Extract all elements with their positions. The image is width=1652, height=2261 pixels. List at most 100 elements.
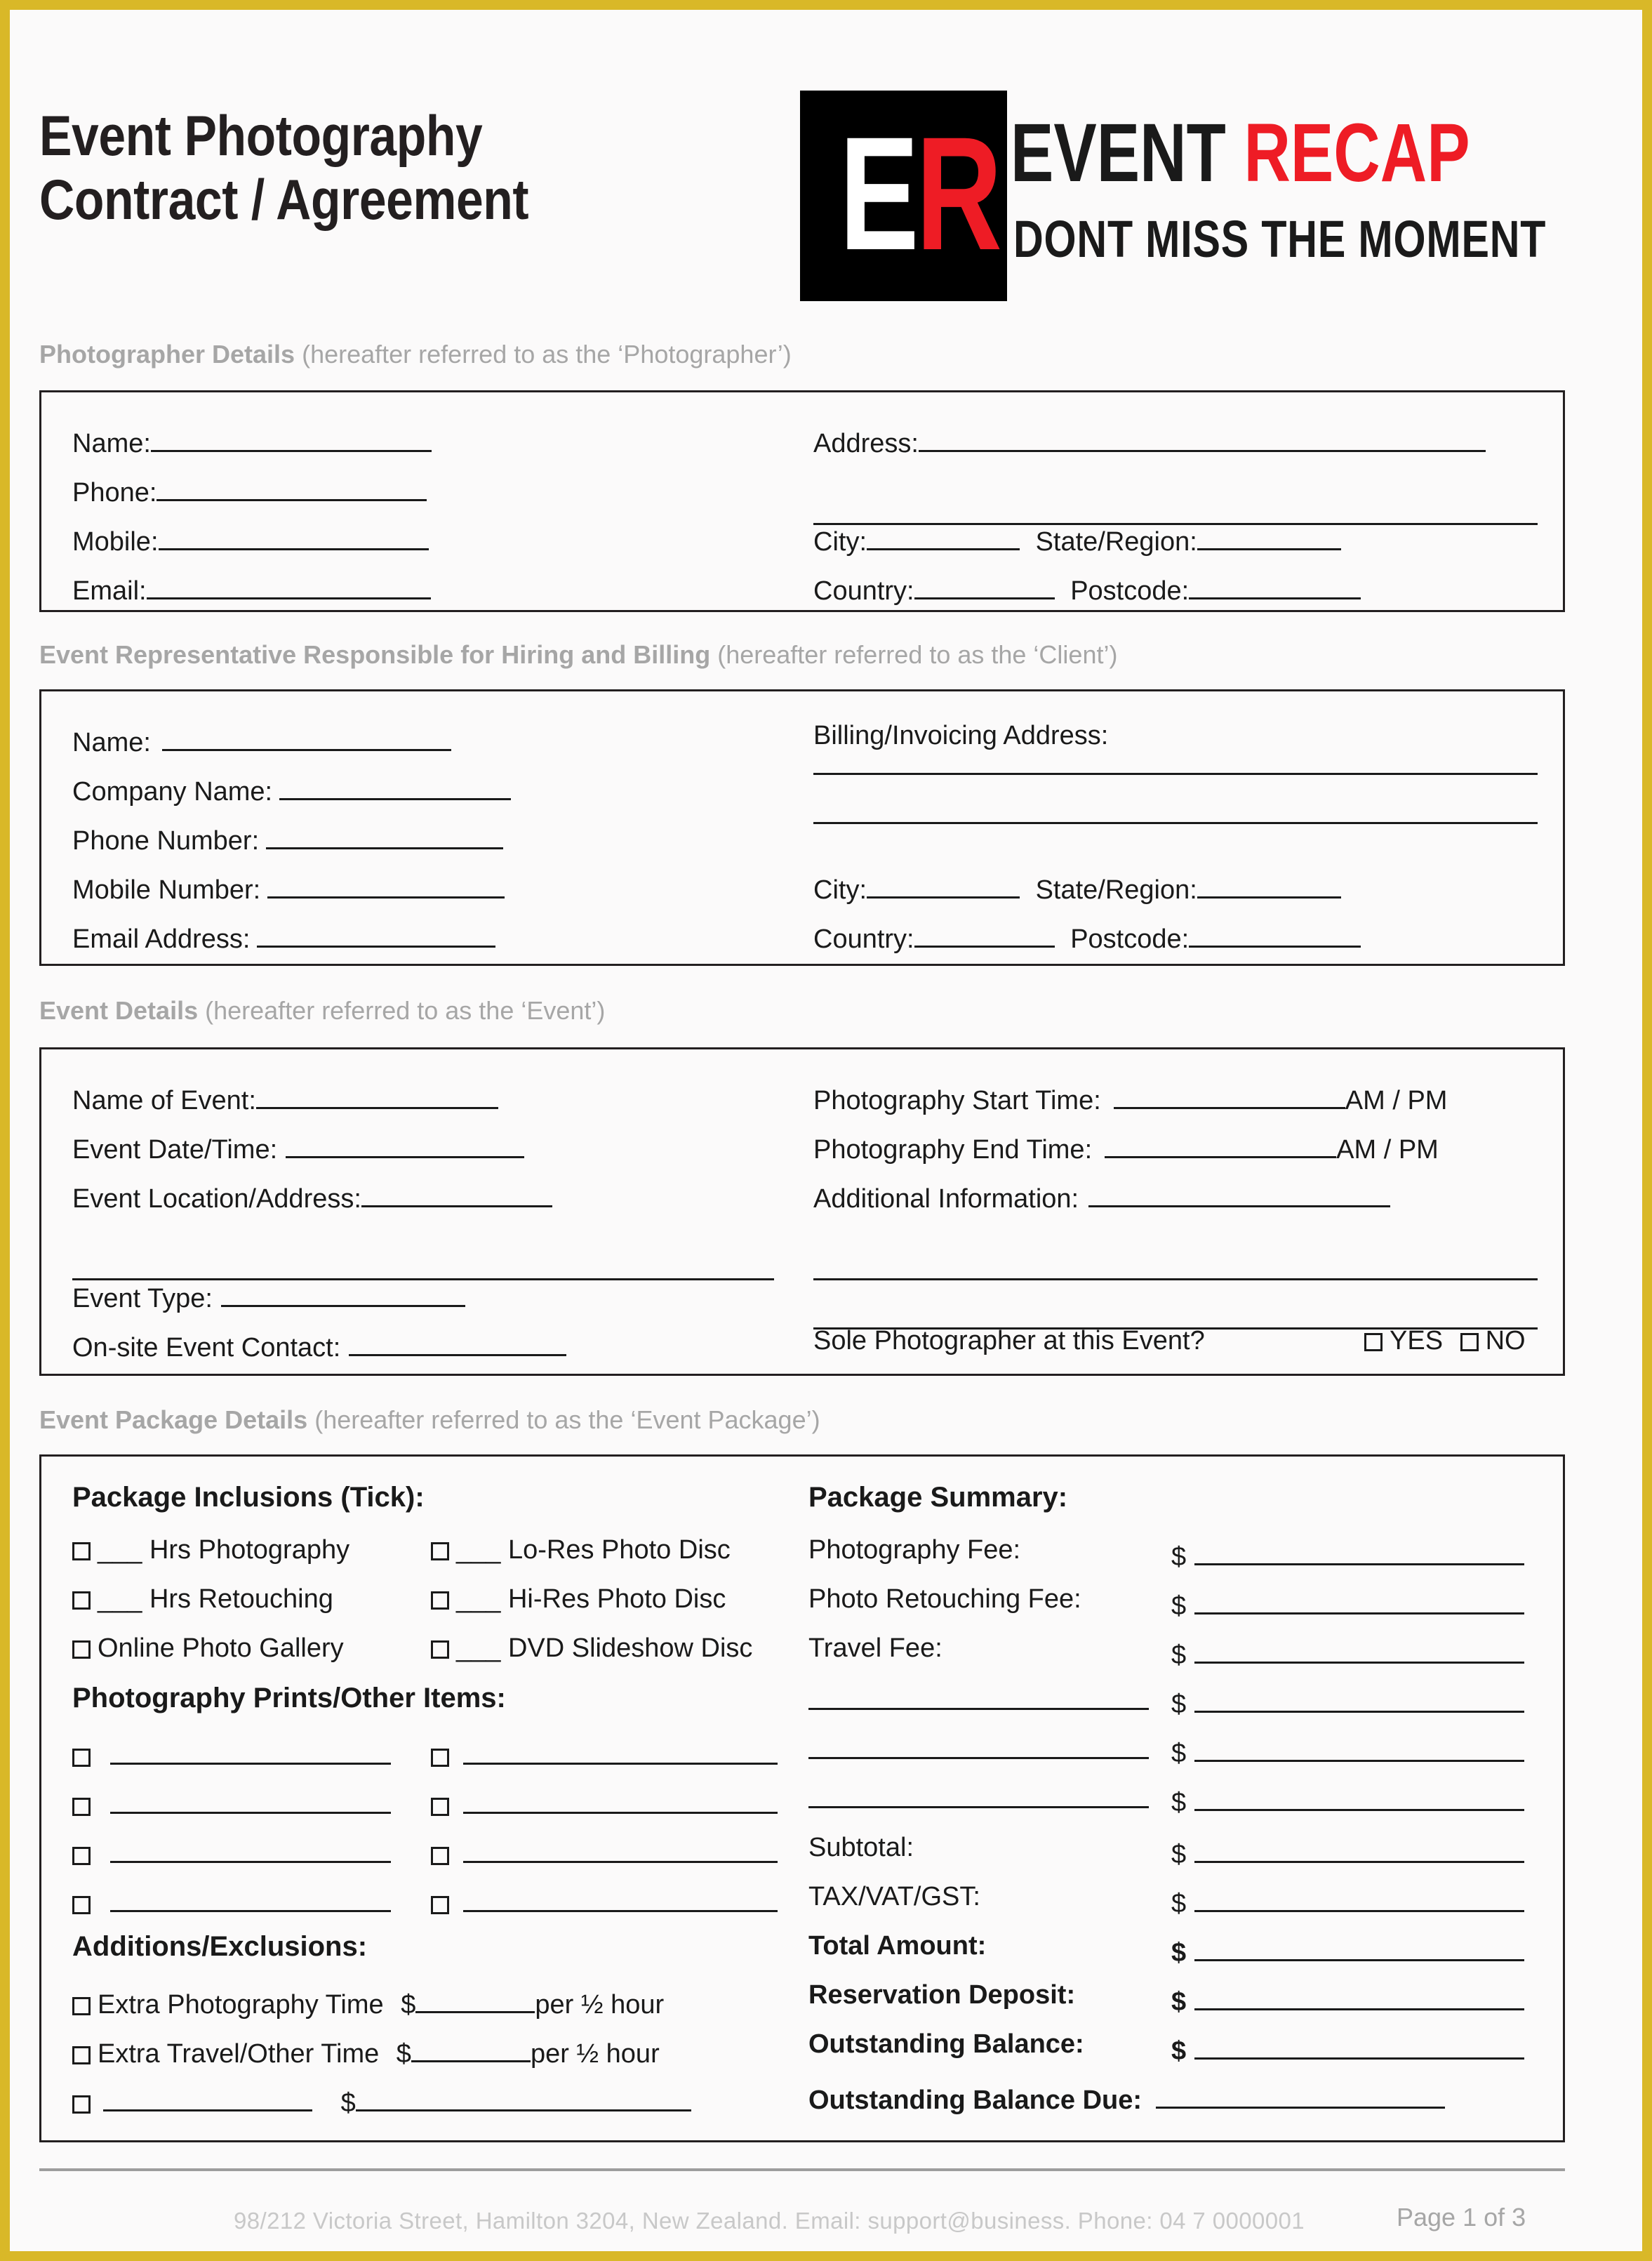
logo-word-event: EVENT [1011,107,1226,199]
field-photographer-email[interactable]: Email: [72,569,431,606]
section-heading-client: Event Representative Responsible for Hir… [39,640,1118,669]
summary-row-subtotal: Subtotal: [808,1833,914,1862]
field-photographer-city[interactable]: City: State/Region: [813,520,1341,557]
checkbox-online-photo-gallery[interactable] [72,1640,91,1659]
field-photography-start-time[interactable]: Photography Start Time: AM / PM [813,1079,1447,1116]
event-package-box: Package Inclusions (Tick): ___ Hrs Photo… [39,1454,1565,2142]
field-event-type[interactable]: Event Type: [72,1277,465,1314]
summary-row-travel-fee: Travel Fee: [808,1633,942,1663]
package-inclusions-title: Package Inclusions (Tick): [72,1482,425,1513]
footer-page-number: Page 1 of 3 [1397,2203,1526,2232]
summary-value-blank-3[interactable]: $ [1171,1781,1525,1818]
summary-value-subtotal[interactable]: $ [1171,1833,1525,1870]
summary-row-reservation-deposit: Reservation Deposit: [808,1980,1076,2010]
summary-value-reservation-deposit[interactable]: $ [1171,1980,1525,2017]
logo-word-recap: RECAP [1244,107,1470,199]
additions-exclusions-title: Additions/Exclusions: [72,1931,368,1962]
section-heading-package: Event Package Details (hereafter referre… [39,1405,820,1434]
summary-value-blank-1[interactable]: $ [1171,1683,1525,1720]
checkbox-hrs-retouching[interactable] [72,1591,91,1610]
summary-row-total-amount: Total Amount: [808,1931,987,1961]
document-page: Event Photography Contract / Agreement E… [10,10,1642,2251]
field-client-company[interactable]: Company Name: [72,770,512,807]
checkbox-print-item-1[interactable] [72,1749,91,1767]
field-client-country[interactable]: Country: Postcode: [813,917,1361,955]
checkbox-addition-custom[interactable] [72,2095,91,2114]
summary-value-travel-fee[interactable]: $ [1171,1633,1525,1671]
summary-blank-label-2[interactable] [808,1757,1149,1759]
additions-row-extra-photography[interactable]: Extra Photography Time $ per ½ hour [72,1983,664,2020]
summary-value-tax[interactable]: $ [1171,1882,1525,1919]
prints-row-1-right[interactable] [431,1735,778,1772]
logo-tagline: DONT MISS THE MOMENT [1013,210,1547,268]
checkbox-row-lores-disc[interactable]: ___ Lo-Res Photo Disc [431,1535,731,1565]
checkbox-print-item-4[interactable] [72,1896,91,1914]
prints-row-3-right[interactable] [431,1833,778,1870]
checkbox-row-online-gallery[interactable]: Online Photo Gallery [72,1633,344,1664]
prints-row-4-left[interactable] [72,1882,391,1919]
summary-value-outstanding-balance[interactable]: $ [1171,2029,1525,2067]
field-photographer-country[interactable]: Country: Postcode: [813,569,1361,606]
photography-prints-title: Photography Prints/Other Items: [72,1683,506,1713]
field-photographer-name[interactable]: Name: [72,422,432,459]
summary-value-retouching-fee[interactable]: $ [1171,1584,1525,1622]
field-photography-end-time[interactable]: Photography End Time: AM / PM [813,1128,1439,1165]
checkbox-print-item-3[interactable] [72,1847,91,1865]
prints-row-2-right[interactable] [431,1784,778,1821]
field-additional-information[interactable]: Additional Information: [813,1177,1391,1214]
summary-row-tax: TAX/VAT/GST: [808,1882,980,1911]
prints-row-4-right[interactable] [431,1882,778,1919]
checkbox-row-hrs-photography[interactable]: ___ Hrs Photography [72,1535,349,1565]
prints-row-2-left[interactable] [72,1784,391,1821]
checkbox-hrs-photography[interactable] [72,1542,91,1560]
summary-value-blank-2[interactable]: $ [1171,1732,1525,1769]
checkbox-sole-no[interactable] [1460,1333,1479,1351]
field-client-mobile[interactable]: Mobile Number: [72,868,505,906]
summary-row-photography-fee: Photography Fee: [808,1535,1021,1565]
package-summary-title: Package Summary: [808,1482,1068,1513]
document-header: Event Photography Contract / Agreement E… [34,77,1599,308]
summary-value-total-amount[interactable]: $ [1171,1931,1525,1968]
sole-photographer-choices: YES NO [1364,1326,1526,1356]
checkbox-row-dvd-slideshow[interactable]: ___ DVD Slideshow Disc [431,1633,752,1664]
field-client-name[interactable]: Name: [72,721,451,758]
checkbox-extra-travel-time[interactable] [72,2046,91,2064]
additions-row-extra-travel[interactable]: Extra Travel/Other Time $ per ½ hour [72,2032,660,2069]
field-additional-info-line2[interactable] [813,1278,1538,1280]
summary-blank-label-3[interactable] [808,1806,1149,1808]
summary-blank-label-1[interactable] [808,1708,1149,1710]
logo-letter-r: R [916,103,1002,284]
additions-row-custom[interactable]: $ [72,2081,691,2119]
checkbox-print-item-2[interactable] [72,1798,91,1816]
field-event-location[interactable]: Event Location/Address: [72,1177,552,1214]
field-event-datetime[interactable]: Event Date/Time: [72,1128,525,1165]
field-photographer-address[interactable]: Address: [813,422,1486,459]
field-photographer-mobile[interactable]: Mobile: [72,520,429,557]
checkbox-extra-photography-time[interactable] [72,1997,91,2015]
checkbox-hi-res-photo-disc[interactable] [431,1591,449,1610]
checkbox-print-item-6[interactable] [431,1798,449,1816]
footer-divider [39,2168,1565,2171]
checkbox-print-item-5[interactable] [431,1749,449,1767]
checkbox-row-hires-disc[interactable]: ___ Hi-Res Photo Disc [431,1584,726,1614]
field-client-email[interactable]: Email Address: [72,917,496,955]
prints-row-1-left[interactable] [72,1735,391,1772]
field-client-phone[interactable]: Phone Number: [72,819,504,856]
logo-letter-e: E [839,103,919,284]
field-client-billing-line1[interactable] [813,773,1538,775]
checkbox-row-hrs-retouching[interactable]: ___ Hrs Retouching [72,1584,333,1614]
summary-value-photography-fee[interactable]: $ [1171,1535,1525,1572]
field-client-city[interactable]: City: State/Region: [813,868,1341,906]
checkbox-sole-yes[interactable] [1364,1333,1383,1351]
field-client-billing-line2[interactable] [813,822,1538,824]
checkbox-lo-res-photo-disc[interactable] [431,1542,449,1560]
footer-contact-text: 98/212 Victoria Street, Hamilton 3204, N… [234,2208,1305,2234]
checkbox-dvd-slideshow-disc[interactable] [431,1640,449,1659]
prints-row-3-left[interactable] [72,1833,391,1870]
field-photographer-phone[interactable]: Phone: [72,471,427,508]
field-event-contact[interactable]: On-site Event Contact: [72,1326,567,1363]
field-event-name[interactable]: Name of Event: [72,1079,498,1116]
checkbox-print-item-7[interactable] [431,1847,449,1865]
checkbox-print-item-8[interactable] [431,1896,449,1914]
photographer-details-box: Name: Phone: Mobile: Email: Address: Cit… [39,390,1565,612]
